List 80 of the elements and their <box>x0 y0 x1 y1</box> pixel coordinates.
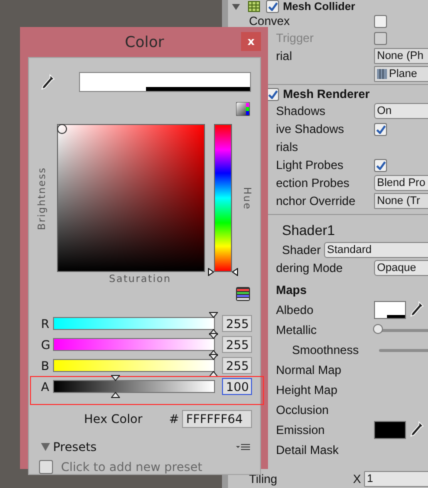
color-swatch[interactable] <box>374 301 406 319</box>
property-label: Metallic <box>276 323 318 337</box>
object-field[interactable]: Plane <box>374 66 428 82</box>
axis-label: X <box>353 472 362 486</box>
property-label: Occlusion <box>276 403 330 417</box>
foldout-arrow-icon[interactable] <box>41 443 50 451</box>
eyedropper-icon[interactable] <box>41 74 55 90</box>
eyedropper-icon[interactable] <box>410 300 424 316</box>
slider[interactable] <box>374 324 428 336</box>
channel-label: R <box>41 316 50 330</box>
check-icon <box>268 2 278 11</box>
hex-field[interactable]: FFFFFF64 <box>182 410 252 428</box>
color-sliders-icon[interactable] <box>236 287 250 301</box>
check-icon <box>268 90 278 98</box>
property-label: rials <box>276 140 300 154</box>
hash-sign: # <box>169 412 180 426</box>
grid-icon <box>248 1 260 12</box>
channel-value-field[interactable]: 100 <box>222 378 252 395</box>
dropdown-field[interactable]: On <box>374 103 428 119</box>
property-label: Shader <box>282 243 322 257</box>
channel-label: G <box>41 338 52 352</box>
preset-hint: Click to add new preset <box>61 460 202 474</box>
dropdown-field[interactable]: Opaque <box>374 260 428 276</box>
slider-handle-icon[interactable] <box>209 312 218 318</box>
add-preset-icon[interactable] <box>39 460 53 474</box>
axis-label: Hue <box>241 186 252 210</box>
channel-label: B <box>41 358 50 372</box>
hex-label: Hex Color <box>84 412 144 426</box>
close-button[interactable]: x <box>241 32 261 51</box>
property-label: Normal Map <box>276 363 342 377</box>
property-label: Convex <box>249 14 291 28</box>
dropdown-field[interactable]: Blend Pro <box>374 175 428 191</box>
checkbox[interactable] <box>374 122 387 136</box>
check-icon <box>376 160 386 170</box>
channel-value-field[interactable]: 255 <box>222 357 252 374</box>
property-label: Trigger <box>276 31 315 45</box>
channel-label: A <box>41 380 50 394</box>
color-swatch[interactable] <box>374 421 406 439</box>
checkbox[interactable] <box>374 14 387 28</box>
presets-title[interactable]: Presets <box>53 440 236 454</box>
property-label: nchor Override <box>276 194 356 208</box>
picker-handle[interactable] <box>57 124 67 134</box>
property-label: Tiling <box>249 472 278 486</box>
hue-handle-icon[interactable] <box>208 268 214 276</box>
property-label: Smoothness <box>292 343 360 357</box>
component-checkbox[interactable] <box>266 0 279 13</box>
number-field[interactable]: 1 <box>364 471 428 487</box>
property-label: Shadows <box>276 104 326 118</box>
component-title: Mesh Renderer <box>283 87 370 101</box>
mesh-icon <box>377 69 387 79</box>
checkbox[interactable] <box>374 158 387 172</box>
property-label: ive Shadows <box>276 122 346 136</box>
object-field[interactable]: None (Tr <box>374 193 428 209</box>
hue-handle-icon[interactable] <box>232 268 238 276</box>
property-label: Emission <box>276 423 326 437</box>
property-label: rial <box>276 49 294 63</box>
check-icon <box>376 124 386 134</box>
section-title: Maps <box>276 283 308 297</box>
dialog-title: Color <box>124 33 164 51</box>
material-title: Shader1 <box>282 222 335 238</box>
property-label: ection Probes <box>276 176 350 190</box>
channel-value-field[interactable]: 255 <box>222 315 252 332</box>
property-label: dering Mode <box>276 261 344 275</box>
axis-label: Saturation <box>109 274 172 285</box>
property-label: Height Map <box>276 383 338 397</box>
hue-bar[interactable] <box>214 124 232 272</box>
menu-icon[interactable] <box>236 443 250 451</box>
color-field[interactable] <box>57 124 205 272</box>
channel-value-field[interactable]: 255 <box>222 336 252 353</box>
property-label: Light Probes <box>276 158 344 172</box>
eyedropper-icon[interactable] <box>410 420 424 436</box>
property-label: Detail Mask <box>276 443 340 457</box>
axis-label: Brightness <box>38 166 48 230</box>
collapse-arrow-icon[interactable] <box>232 4 240 10</box>
object-field[interactable]: None (Ph <box>374 48 428 64</box>
component-title: Mesh Collider <box>283 0 356 12</box>
slider-handle-icon[interactable] <box>209 371 218 377</box>
palette-icon[interactable] <box>236 102 250 116</box>
property-label: Albedo <box>276 303 314 317</box>
shader-dropdown[interactable]: Standard <box>324 242 428 258</box>
